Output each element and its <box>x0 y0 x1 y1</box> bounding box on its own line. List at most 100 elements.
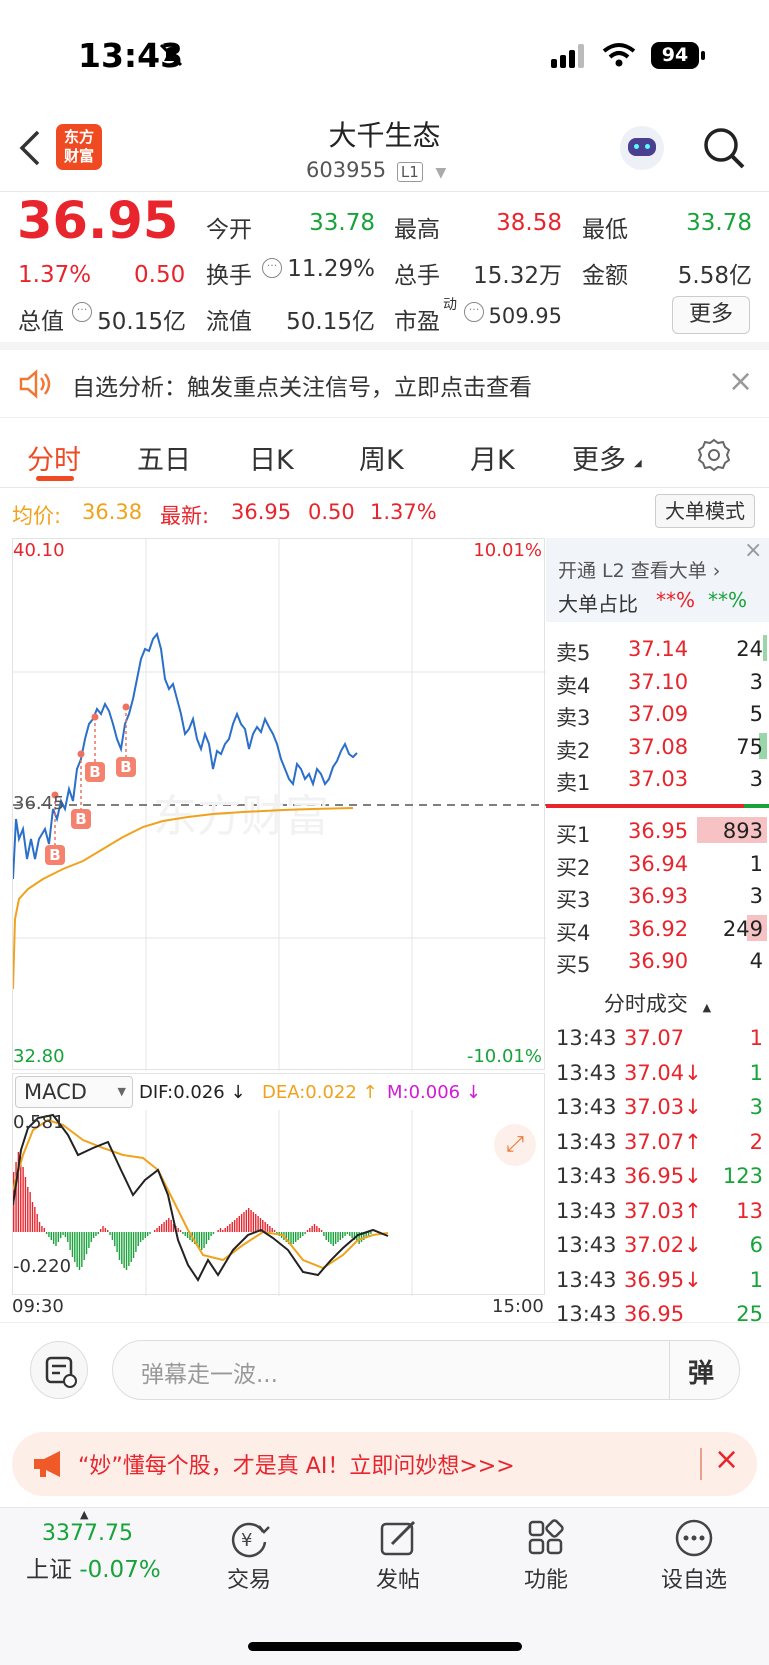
l2-link[interactable]: 开通 L2 查看大单 › <box>558 556 720 583</box>
index-ticker[interactable]: ▲ 3377.75 上证 -0.07% <box>26 1508 186 1584</box>
info-icon[interactable]: ··· <box>72 302 92 322</box>
macd-bar <box>186 1232 189 1238</box>
danmu-placeholder: 弹幕走一波... <box>141 1362 278 1388</box>
search-icon[interactable] <box>702 126 746 170</box>
macd-bar <box>323 1232 325 1236</box>
tab-intraday[interactable]: 分时 <box>27 438 81 477</box>
macd-bar <box>165 1220 168 1232</box>
macd-bar <box>48 1232 50 1237</box>
avg-value: 36.38 <box>82 500 143 524</box>
more-button[interactable]: 更多 <box>672 296 750 334</box>
trade-volume: 123 <box>722 1164 763 1188</box>
nav-trade[interactable]: ¥ 交易 <box>189 1508 309 1594</box>
info-icon[interactable]: ··· <box>262 258 282 278</box>
macd-bar <box>125 1232 128 1270</box>
danmu-settings-button[interactable] <box>30 1341 88 1399</box>
trade-row: 13:43 37.02↓ 6 <box>546 1231 769 1263</box>
settings-gear-icon[interactable] <box>697 438 731 472</box>
trades-title[interactable]: 分时成交 ▲ <box>546 988 769 1018</box>
prev-close-label: 36.45 <box>13 793 65 814</box>
macd-bar <box>109 1232 111 1235</box>
ask-row[interactable]: 卖2 37.08 75 <box>546 731 769 763</box>
level-volume: 893 <box>722 819 763 843</box>
intraday-chart[interactable]: 东方财富 B B B B 40.10 10.01% 36.45 32.80 -1… <box>12 538 546 1071</box>
macd-bar <box>271 1228 273 1232</box>
macd-bar <box>170 1220 172 1232</box>
tab-more[interactable]: 更多 <box>572 438 626 477</box>
danmu-toggle-button[interactable]: 弹 <box>688 1353 714 1390</box>
tab-5day[interactable]: 五日 <box>137 438 191 477</box>
close-icon[interactable]: × <box>728 364 753 399</box>
buy-marker[interactable]: B <box>85 762 105 782</box>
level-label: 买4 <box>556 920 591 945</box>
tab-daily-k[interactable]: 日K <box>249 438 294 477</box>
pct-axis-bottom: -10.01% <box>466 1046 542 1067</box>
bid-row[interactable]: 买3 36.93 3 <box>546 880 769 912</box>
ask-row[interactable]: 卖5 37.14 24 <box>546 633 769 665</box>
macd-bar <box>318 1228 320 1232</box>
macd-bar <box>351 1232 353 1238</box>
buy-marker[interactable]: B <box>116 757 136 777</box>
macd-bar <box>67 1232 69 1242</box>
volume-label: 总手 <box>394 263 440 289</box>
macd-bar <box>158 1226 161 1232</box>
bid-row[interactable]: 买4 36.92 249 <box>546 913 769 945</box>
nav-add-watchlist[interactable]: 设自选 <box>634 1508 754 1594</box>
level-price: 37.08 <box>628 734 689 759</box>
macd-bar <box>339 1232 342 1240</box>
macd-bar <box>346 1232 349 1234</box>
tab-monthly-k[interactable]: 月K <box>470 438 515 477</box>
macd-bar <box>45 1232 48 1234</box>
macd-bar <box>64 1232 67 1237</box>
close-icon[interactable]: × <box>744 538 762 563</box>
macd-bar <box>78 1232 81 1270</box>
ask-row[interactable]: 卖1 37.03 3 <box>546 763 769 795</box>
trade-price: 36.95↓ <box>624 1267 702 1292</box>
l2-promo[interactable]: 开通 L2 查看大单 › × 大单占比 **% **% <box>546 538 769 622</box>
trade-time: 13:43 <box>556 1164 617 1188</box>
battery-level: 94 <box>661 44 689 66</box>
ask-row[interactable]: 卖3 37.09 5 <box>546 698 769 730</box>
danmu-input[interactable]: 弹幕走一波... 弹 <box>112 1340 740 1400</box>
trade-volume: 1 <box>749 1267 763 1292</box>
close-icon[interactable]: × <box>714 1442 739 1477</box>
latest-value: 36.95 <box>231 500 292 524</box>
bid-row[interactable]: 买2 36.94 1 <box>546 848 769 880</box>
macd-panel[interactable]: MACD ▼ DIF:0.026 ↓ DEA:0.022 ↑ M:0.006 ↓… <box>12 1073 545 1296</box>
level-label: 买5 <box>556 953 591 977</box>
notice-bar[interactable]: 自选分析：触发重点关注信号，立即点击查看 × <box>0 350 769 418</box>
macd-bar <box>304 1232 306 1234</box>
macd-bar <box>57 1232 60 1242</box>
stock-code-row[interactable]: 603955 L1 ▼ <box>306 158 446 182</box>
buy-marker[interactable]: B <box>71 809 91 829</box>
robot-avatar-icon[interactable] <box>620 126 664 170</box>
trade-price: 36.95↓ <box>624 1164 702 1188</box>
level-label: 买1 <box>556 823 591 847</box>
high-label: 最高 <box>394 217 440 243</box>
macd-bar <box>41 1226 43 1232</box>
nav-functions[interactable]: 功能 <box>486 1508 606 1594</box>
tab-weekly-k[interactable]: 周K <box>359 438 404 477</box>
bid-row[interactable]: 买5 36.90 4 <box>546 945 769 977</box>
macd-bar <box>99 1229 102 1232</box>
macd-bar <box>224 1228 226 1232</box>
bell-muted-icon <box>159 43 183 67</box>
macd-bar <box>231 1222 233 1232</box>
bid-row[interactable]: 买1 36.95 893 <box>546 815 769 847</box>
buy-marker[interactable]: B <box>45 845 65 865</box>
ask-row[interactable]: 卖4 37.10 3 <box>546 666 769 698</box>
nav-post[interactable]: 发帖 <box>338 1508 458 1594</box>
expand-icon[interactable]: ⤢ <box>494 1124 536 1166</box>
ai-promo-banner[interactable]: “妙”懂每个股，才是真 AI！立即问妙想>>> × <box>12 1432 757 1496</box>
macd-bar <box>302 1232 304 1236</box>
tab-active-indicator <box>36 476 74 481</box>
macd-bar <box>198 1232 201 1248</box>
level-label: 卖5 <box>556 641 591 665</box>
avg-label: 均价: <box>12 504 62 528</box>
chart-watermark: 东方财富 <box>153 791 329 842</box>
macd-bar <box>344 1232 346 1236</box>
indicator-select[interactable]: MACD ▼ <box>15 1076 133 1108</box>
big-order-mode-button[interactable]: 大单模式 <box>655 494 755 528</box>
macd-bar <box>229 1224 231 1232</box>
level-price: 36.92 <box>628 916 689 941</box>
